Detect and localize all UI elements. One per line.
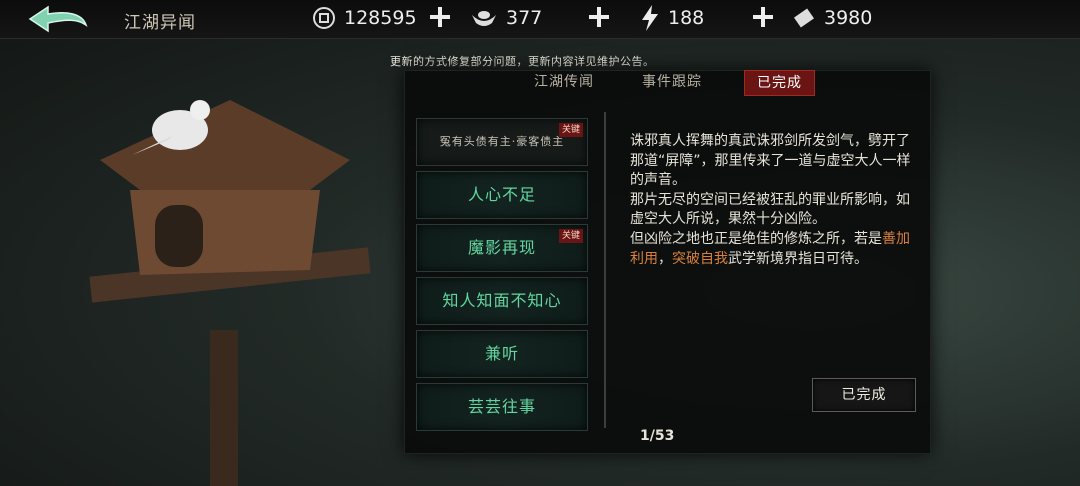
event-label: 冤有头债有主·豪客债主 xyxy=(439,135,565,148)
description-text: 武学新境界指日可待。 xyxy=(728,250,868,267)
energy-counter: 188 xyxy=(640,5,704,31)
add-silver-button[interactable] xyxy=(586,4,612,30)
event-item[interactable]: 芸芸往事 xyxy=(416,383,588,431)
energy-amount: 188 xyxy=(668,7,705,29)
ticket-amount: 3980 xyxy=(824,7,873,29)
event-list: 冤有头债有主·豪客债主 关键 人心不足 魔影再现 关键 知人知面不知心 兼听 芸… xyxy=(416,118,588,436)
silver-amount: 377 xyxy=(506,7,543,29)
tab-bar: 江湖传闻 事件跟踪 已完成 xyxy=(530,70,830,96)
top-bar: 江湖异闻 128595 377 188 3980 xyxy=(0,0,1080,39)
highlight-text: 突破自我 xyxy=(672,250,728,267)
silver-ingot-icon xyxy=(472,11,496,26)
completed-button[interactable]: 已完成 xyxy=(812,378,916,412)
event-item[interactable]: 魔影再现 关键 xyxy=(416,224,588,272)
event-label: 人心不足 xyxy=(467,185,536,204)
coin-counter: 128595 xyxy=(312,5,417,31)
event-label: 兼听 xyxy=(484,344,519,363)
add-coins-button[interactable] xyxy=(427,4,453,30)
ticket-counter: 3980 xyxy=(792,5,872,31)
description-paragraph: 那片无尽的空间已经被狂乱的罪业所影响，如虚空大人所说，果然十分凶险。 xyxy=(630,191,910,228)
page-title: 江湖异闻 xyxy=(124,13,196,33)
coin-icon xyxy=(313,7,335,29)
key-tag: 关键 xyxy=(558,229,583,243)
key-tag: 关键 xyxy=(558,123,583,137)
tab-rumors[interactable]: 江湖传闻 xyxy=(534,70,594,94)
description-text: 但凶险之地也正是绝佳的修炼之所，若是 xyxy=(630,230,882,247)
event-item[interactable]: 兼听 xyxy=(416,330,588,378)
event-item[interactable]: 冤有头债有主·豪客债主 关键 xyxy=(416,118,588,166)
silver-counter: 377 xyxy=(470,5,542,31)
add-energy-button[interactable] xyxy=(750,4,776,30)
pigeon-house-illustration xyxy=(89,100,371,486)
description-paragraph: 诛邪真人挥舞的真武诛邪剑所发剑气，劈开了那道“屏障”，那里传来了一道与虚空大人一… xyxy=(630,133,911,189)
event-item[interactable]: 人心不足 xyxy=(416,171,588,219)
event-label: 芸芸往事 xyxy=(467,397,536,416)
event-label: 魔影再现 xyxy=(467,238,536,257)
description-paragraph: 但凶险之地也正是绝佳的修炼之所，若是善加利用，突破自我武学新境界指日可待。 xyxy=(630,230,912,269)
back-arrow-icon[interactable] xyxy=(26,5,90,33)
event-label: 知人知面不知心 xyxy=(442,291,562,310)
lightning-icon xyxy=(642,5,658,31)
event-description: 诛邪真人挥舞的真武诛邪剑所发剑气，劈开了那道“屏障”，那里传来了一道与虚空大人一… xyxy=(630,132,912,269)
tab-tracking[interactable]: 事件跟踪 xyxy=(642,70,702,94)
coin-amount: 128595 xyxy=(344,7,417,29)
description-text: ， xyxy=(658,250,672,267)
ticket-icon xyxy=(794,8,814,28)
event-item[interactable]: 知人知面不知心 xyxy=(416,277,588,325)
page-indicator: 1/53 xyxy=(640,428,675,444)
maintenance-notice: 更新的方式修复部分问题，更新内容详见维护公告。 xyxy=(390,55,655,68)
tab-completed[interactable]: 已完成 xyxy=(744,70,815,96)
list-divider xyxy=(604,112,606,428)
